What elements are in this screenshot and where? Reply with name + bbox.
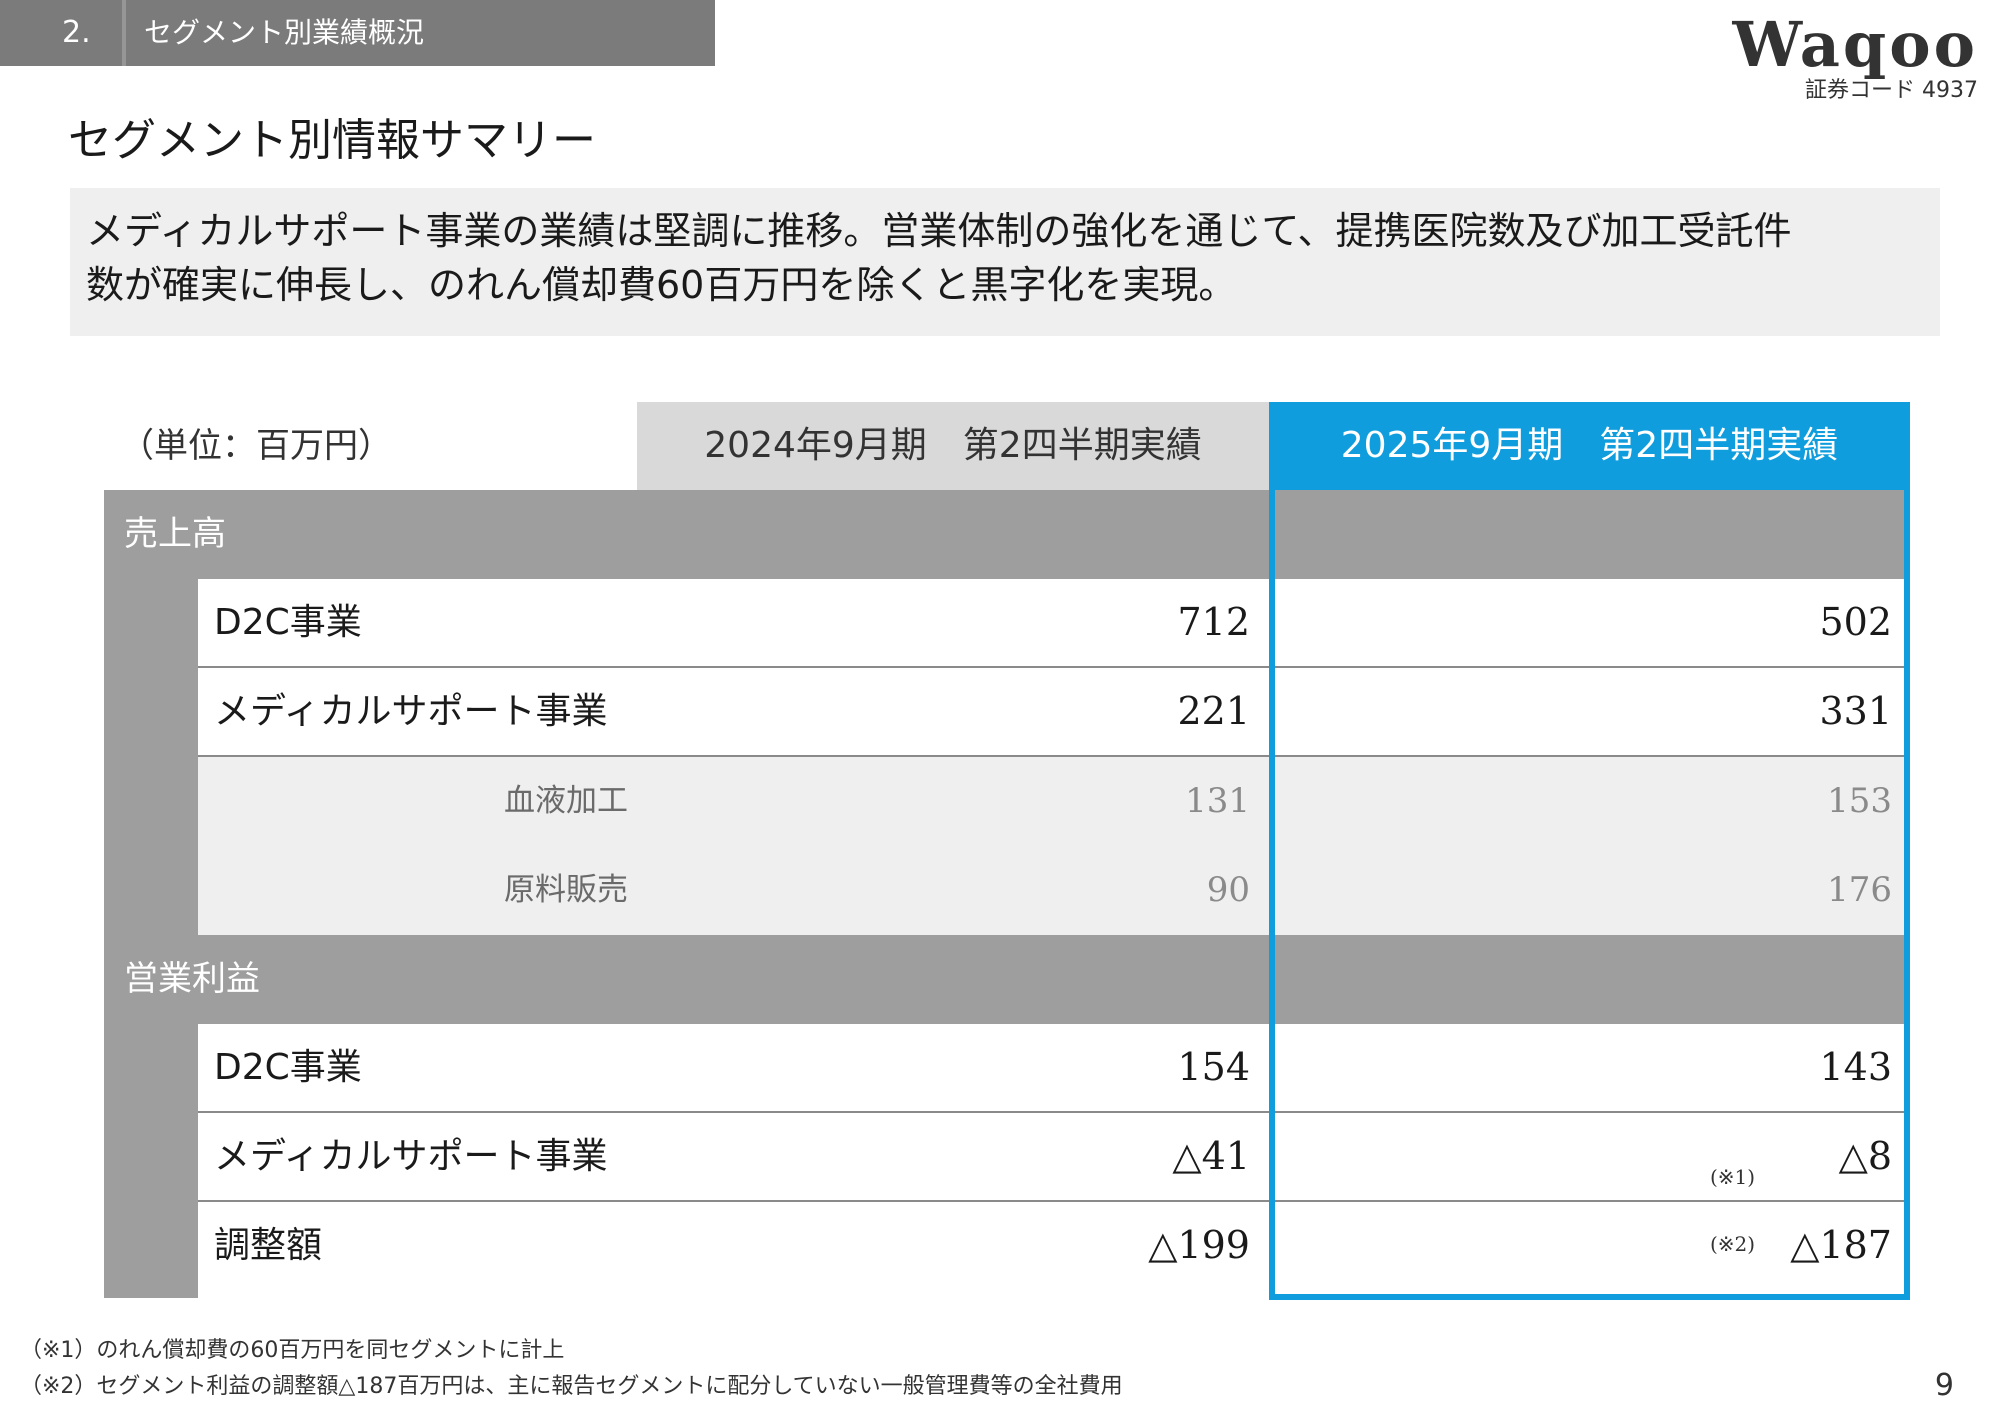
footnote-1: （※1）のれん償却費の60百万円を同セグメントに計上 xyxy=(20,1338,565,1363)
group-label-profit: 営業利益 xyxy=(124,959,260,999)
footnote-2: （※2）セグメント利益の調整額△187百万円は、主に報告セグメントに配分していな… xyxy=(20,1374,1123,1399)
left-category-bar xyxy=(104,490,198,1298)
row-label-sub: 原料販売 xyxy=(504,872,628,908)
table-row: 調整額 △199 (※2) △187 xyxy=(198,1202,1910,1291)
value-2025: 153 xyxy=(1827,781,1892,821)
row-label: D2C事業 xyxy=(214,1047,362,1088)
value-2025: 143 xyxy=(1819,1045,1892,1089)
group-row-sales: 売上高 xyxy=(104,490,1910,579)
row-label: メディカルサポート事業 xyxy=(214,1136,608,1177)
page-number: 9 xyxy=(1934,1368,1954,1403)
table-row: メディカルサポート事業 △41 (※1) △8 xyxy=(198,1113,1910,1202)
value-2024: 154 xyxy=(1177,1045,1250,1089)
value-2025: △187 xyxy=(1790,1223,1892,1267)
section-number: 2. xyxy=(62,15,91,50)
row-label: 調整額 xyxy=(214,1225,323,1266)
section-title: セグメント別業績概況 xyxy=(144,16,425,49)
value-2025: △8 xyxy=(1838,1134,1892,1178)
value-2024: 221 xyxy=(1177,689,1250,733)
value-2024: 712 xyxy=(1177,600,1250,644)
table-row: D2C事業 712 502 xyxy=(198,579,1910,668)
page-title: セグメント別情報サマリー xyxy=(68,115,596,166)
table-row-sub: 血液加工 131 153 xyxy=(198,757,1910,846)
value-2025: 502 xyxy=(1819,600,1892,644)
row-label: D2C事業 xyxy=(214,602,362,643)
column-header-2025: 2025年9月期 第2四半期実績 xyxy=(1269,402,1910,490)
summary-line-1: メディカルサポート事業の業績は堅調に推移。営業体制の強化を通じて、提携医院数及び… xyxy=(86,209,1792,253)
company-logo: Waqoo xyxy=(1732,8,1978,81)
value-2025: 331 xyxy=(1819,689,1892,733)
summary-line-2: 数が確実に伸長し、のれん償却費60百万円を除くと黒字化を実現。 xyxy=(86,263,1237,307)
value-2025: 176 xyxy=(1827,870,1892,910)
row-label-sub: 血液加工 xyxy=(504,783,628,819)
value-2024: 131 xyxy=(1185,781,1250,821)
table-row: メディカルサポート事業 221 331 xyxy=(198,668,1910,757)
row-label: メディカルサポート事業 xyxy=(214,691,608,732)
group-label-sales: 売上高 xyxy=(124,514,226,554)
table-row-sub: 原料販売 90 176 xyxy=(198,846,1910,935)
table-row: D2C事業 154 143 xyxy=(198,1024,1910,1113)
stock-code: 証券コード 4937 xyxy=(1805,78,1978,103)
unit-label: （単位：百万円） xyxy=(120,426,392,466)
group-row-profit: 営業利益 xyxy=(104,935,1910,1024)
column-header-2024: 2024年9月期 第2四半期実績 xyxy=(637,402,1269,490)
value-2024: △41 xyxy=(1172,1134,1250,1178)
summary-box: メディカルサポート事業の業績は堅調に推移。営業体制の強化を通じて、提携医院数及び… xyxy=(70,188,1940,336)
value-2024: △199 xyxy=(1148,1223,1250,1267)
section-divider xyxy=(122,0,126,66)
value-2024: 90 xyxy=(1206,870,1250,910)
